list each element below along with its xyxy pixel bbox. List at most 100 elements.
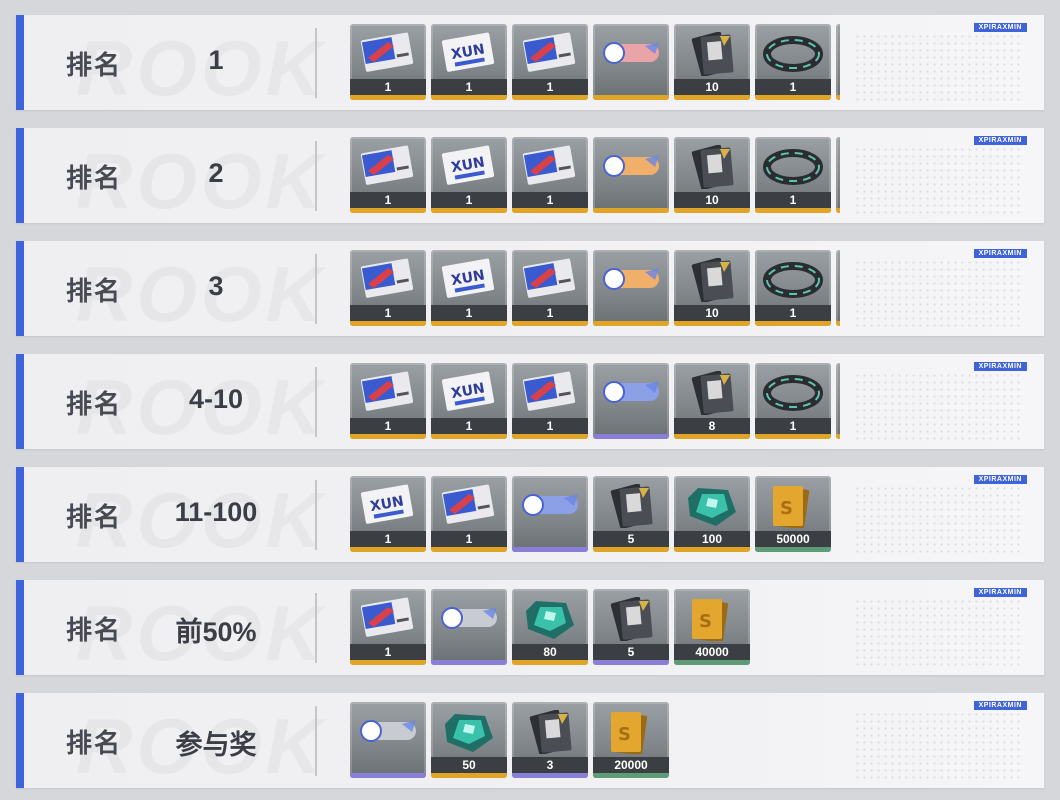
reward-item-ticket-white-blue[interactable]: XUN 1 [431, 24, 507, 100]
corner-tag: XPIRAXMIN [973, 588, 1027, 597]
item-count: 1 [431, 418, 507, 434]
rarity-bar [593, 660, 669, 665]
item-count: 1 [755, 305, 831, 321]
rarity-bar [431, 95, 507, 100]
reward-item-cut-item[interactable] [836, 137, 840, 213]
reward-item-ticket-red-blue[interactable]: 1 [512, 250, 588, 326]
rarity-bar [512, 773, 588, 778]
rarity-bar [674, 321, 750, 326]
reward-item-ticket-red-blue[interactable]: 1 [350, 250, 426, 326]
item-count: 1 [431, 192, 507, 208]
reward-item-nameplate-silver[interactable] [350, 702, 426, 778]
reward-item-nameplate-blue[interactable] [512, 476, 588, 552]
item-count: 50000 [755, 531, 831, 547]
reward-item-ring[interactable]: 1 [755, 250, 831, 326]
reward-item-gold-bars[interactable]: S 40000 [674, 589, 750, 665]
reward-item-ticket-red-blue[interactable]: 1 [350, 24, 426, 100]
reward-item-crystal[interactable]: 100 [674, 476, 750, 552]
rank-label: 排名 [66, 276, 123, 306]
rarity-bar [755, 434, 831, 439]
dot-pattern [854, 711, 1024, 779]
reward-item-card-pack[interactable]: 5 [593, 476, 669, 552]
row-divider [315, 593, 317, 663]
reward-item-nameplate-silver[interactable] [431, 589, 507, 665]
reward-item-crystal[interactable]: 50 [431, 702, 507, 778]
reward-row: ROOK排名2XPIRAXMIN1XUN11101 [16, 128, 1044, 223]
reward-item-gold-bars[interactable]: S 20000 [593, 702, 669, 778]
reward-row: ROOK排名前50%XPIRAXMIN1805S40000 [16, 580, 1044, 675]
rarity-bar [755, 321, 831, 326]
row-divider [315, 254, 317, 324]
reward-item-ticket-red-blue[interactable]: 1 [512, 137, 588, 213]
reward-item-ring[interactable]: 1 [755, 24, 831, 100]
item-count: 1 [512, 192, 588, 208]
reward-item-ticket-red-blue[interactable]: 1 [512, 363, 588, 439]
rarity-bar [674, 95, 750, 100]
reward-item-ticket-red-blue[interactable]: 1 [350, 137, 426, 213]
row-accent-bar [16, 241, 24, 336]
reward-item-ticket-red-blue[interactable]: 1 [512, 24, 588, 100]
svg-text:S: S [780, 498, 793, 519]
reward-item-nameplate-blue[interactable] [593, 363, 669, 439]
rank-value: 前50% [175, 617, 257, 647]
reward-items: 1 XUN 1 1 10 1 [350, 137, 840, 214]
reward-items: 1 XUN 1 1 10 1 [350, 250, 840, 327]
reward-item-card-pack[interactable]: 10 [674, 250, 750, 326]
reward-item-card-pack[interactable]: 8 [674, 363, 750, 439]
reward-item-ticket-white-blue[interactable]: XUN 1 [350, 476, 426, 552]
reward-row: ROOK排名4-10XPIRAXMIN1XUN1181 [16, 354, 1044, 449]
reward-item-card-pack[interactable]: 5 [593, 589, 669, 665]
rarity-bar [431, 547, 507, 552]
reward-item-nameplate-orange[interactable] [593, 250, 669, 326]
reward-item-crystal[interactable]: 80 [512, 589, 588, 665]
rank-label: 排名 [66, 502, 123, 532]
reward-item-nameplate-orange[interactable] [593, 137, 669, 213]
reward-item-ring[interactable]: 1 [755, 363, 831, 439]
reward-item-ticket-white-blue[interactable]: XUN 1 [431, 137, 507, 213]
rarity-bar [350, 208, 426, 213]
item-count: 3 [512, 757, 588, 773]
reward-item-cut-item[interactable] [836, 250, 840, 326]
reward-item-ring[interactable]: 1 [755, 137, 831, 213]
svg-text:S: S [618, 724, 631, 745]
reward-item-ticket-red-blue[interactable]: 1 [350, 589, 426, 665]
rarity-bar [350, 660, 426, 665]
item-count: 50 [431, 757, 507, 773]
rank-label: 排名 [66, 389, 123, 419]
reward-item-card-pack[interactable]: 3 [512, 702, 588, 778]
item-count: 1 [350, 192, 426, 208]
reward-item-card-pack[interactable]: 10 [674, 24, 750, 100]
rarity-bar [674, 434, 750, 439]
row-accent-bar [16, 580, 24, 675]
rarity-bar [593, 321, 669, 326]
reward-item-ticket-white-blue[interactable]: XUN 1 [431, 363, 507, 439]
rarity-bar [431, 660, 507, 665]
reward-item-ticket-red-blue[interactable]: 1 [350, 363, 426, 439]
item-count: 1 [350, 418, 426, 434]
rarity-bar [755, 547, 831, 552]
reward-row: ROOK排名1XPIRAXMIN1XUN11101 [16, 15, 1044, 110]
item-count: 1 [350, 79, 426, 95]
rarity-bar [674, 660, 750, 665]
dot-pattern [854, 485, 1024, 553]
dot-pattern [854, 33, 1024, 101]
reward-item-gold-bars[interactable]: S 50000 [755, 476, 831, 552]
reward-item-ticket-red-blue[interactable]: 1 [431, 476, 507, 552]
reward-item-card-pack[interactable]: 10 [674, 137, 750, 213]
rarity-bar [674, 547, 750, 552]
reward-item-cut-item[interactable] [836, 24, 840, 100]
item-count: 5 [593, 644, 669, 660]
reward-item-cut-item[interactable] [836, 363, 840, 439]
rarity-bar [593, 547, 669, 552]
item-count: 1 [755, 79, 831, 95]
reward-item-nameplate-red[interactable] [593, 24, 669, 100]
rarity-bar [836, 208, 840, 213]
reward-item-ticket-white-blue[interactable]: XUN 1 [431, 250, 507, 326]
corner-tag: XPIRAXMIN [973, 136, 1027, 145]
rarity-bar [512, 547, 588, 552]
rarity-bar [593, 208, 669, 213]
item-count: 40000 [674, 644, 750, 660]
corner-tag: XPIRAXMIN [973, 249, 1027, 258]
reward-row: ROOK排名参与奖XPIRAXMIN503S20000 [16, 693, 1044, 788]
rarity-bar [593, 773, 669, 778]
